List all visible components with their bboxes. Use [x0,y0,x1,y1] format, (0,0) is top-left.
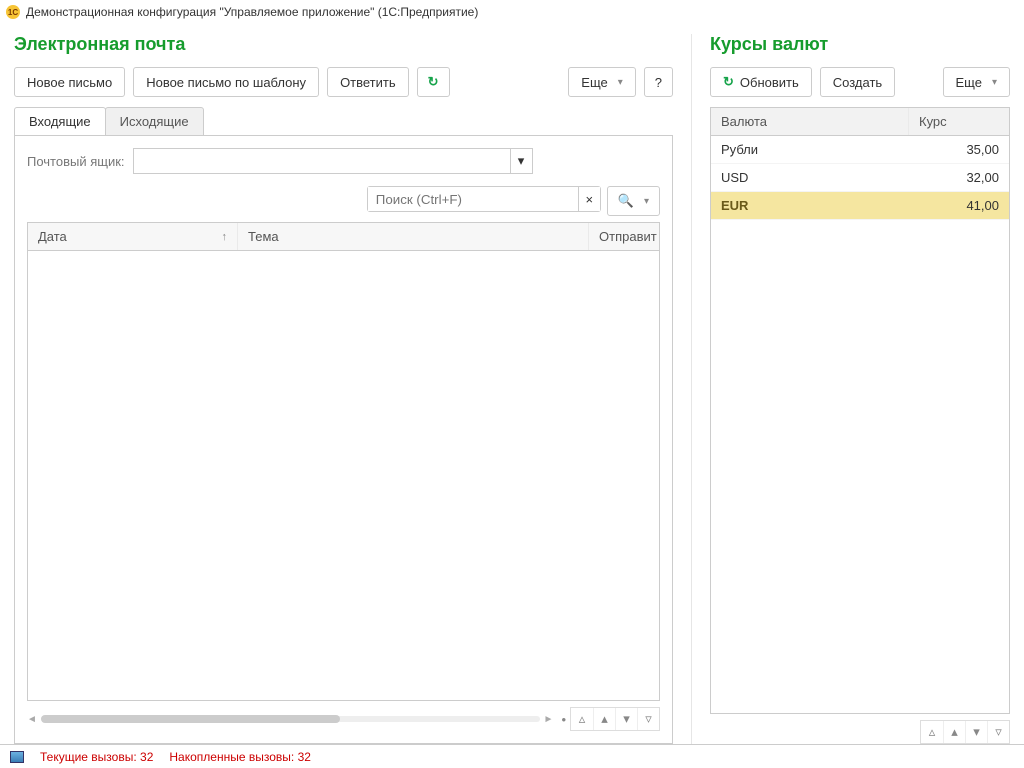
hscroll-overflow-icon: • [561,712,566,727]
new-email-template-button[interactable]: Новое письмо по шаблону [133,67,319,97]
status-current-value: 32 [140,750,153,764]
nav-up-button[interactable]: ▴ [593,708,615,730]
chevron-down-icon: ▾ [518,153,525,169]
currency-rate: 32,00 [909,170,999,185]
search-clear-button[interactable]: × [578,187,600,211]
currency-row[interactable]: Рубли35,00 [711,136,1009,164]
window-titlebar: 1C Демонстрационная конфигурация "Управл… [0,0,1024,24]
email-title: Электронная почта [14,34,673,55]
column-currency-rate[interactable]: Курс [909,108,1009,135]
column-currency-name[interactable]: Валюта [711,108,909,135]
rates-nav-last-button[interactable]: ▿ [987,721,1009,743]
hscroll-track[interactable] [41,716,540,722]
column-date-label: Дата [38,229,67,244]
email-table-body [28,251,659,700]
rates-nav-down-button[interactable]: ▾ [965,721,987,743]
nav-first-button[interactable]: ▵ [571,708,593,730]
more-button[interactable]: Еще [568,67,635,97]
status-accumulated: Накопленные вызовы: 32 [169,750,311,764]
rates-refresh-button[interactable]: ↻ Обновить [710,67,812,97]
currency-rate: 41,00 [909,198,999,213]
rates-title: Курсы валют [710,34,1010,55]
window-title-text: Демонстрационная конфигурация "Управляем… [26,5,478,19]
currency-name: Рубли [721,142,909,157]
sort-asc-icon: ↑ [222,231,228,243]
status-current-label: Текущие вызовы: [40,750,137,764]
currency-row[interactable]: USD32,00 [711,164,1009,192]
status-acc-label: Накопленные вызовы: [169,750,294,764]
column-subject-label: Тема [248,229,279,244]
column-sender[interactable]: Отправит [589,223,659,250]
new-email-button[interactable]: Новое письмо [14,67,125,97]
status-monitor-icon [10,751,24,763]
search-input[interactable] [368,187,578,211]
rates-nav-first-button[interactable]: ▵ [921,721,943,743]
mailbox-input[interactable] [134,149,510,173]
hscroll-left-icon[interactable]: ◄ [27,714,37,725]
currency-name: USD [721,170,909,185]
refresh-button[interactable]: ↻ [417,67,450,97]
refresh-icon: ↻ [428,74,439,90]
currency-name: EUR [721,198,909,213]
currency-table-body: Рубли35,00USD32,00EUR41,00 [711,136,1009,713]
tab-outbox[interactable]: Исходящие [105,107,204,136]
status-bar: Текущие вызовы: 32 Накопленные вызовы: 3… [0,744,1024,768]
currency-rate: 35,00 [909,142,999,157]
rates-create-button[interactable]: Создать [820,67,895,97]
rates-nav-up-button[interactable]: ▴ [943,721,965,743]
rates-refresh-label: Обновить [740,75,799,90]
hscroll-right-icon[interactable]: ► [544,714,554,725]
search-icon: 🔍 [618,193,634,209]
currency-row[interactable]: EUR41,00 [711,192,1009,220]
status-acc-value: 32 [298,750,311,764]
column-subject[interactable]: Тема [238,223,589,250]
reply-button[interactable]: Ответить [327,67,409,97]
tab-inbox[interactable]: Входящие [14,107,106,136]
search-button[interactable]: 🔍 [607,186,660,216]
app-icon: 1C [6,5,20,19]
hscroll-thumb[interactable] [41,715,340,723]
refresh-icon: ↻ [723,74,734,90]
nav-down-button[interactable]: ▾ [615,708,637,730]
column-date[interactable]: Дата ↑ [28,223,238,250]
column-sender-label: Отправит [599,229,657,244]
rates-more-button[interactable]: Еще [943,67,1010,97]
help-button[interactable]: ? [644,67,673,97]
nav-last-button[interactable]: ▿ [637,708,659,730]
status-current: Текущие вызовы: 32 [40,750,153,764]
mailbox-label: Почтовый ящик: [27,154,125,169]
mailbox-dropdown-button[interactable]: ▾ [510,149,532,173]
